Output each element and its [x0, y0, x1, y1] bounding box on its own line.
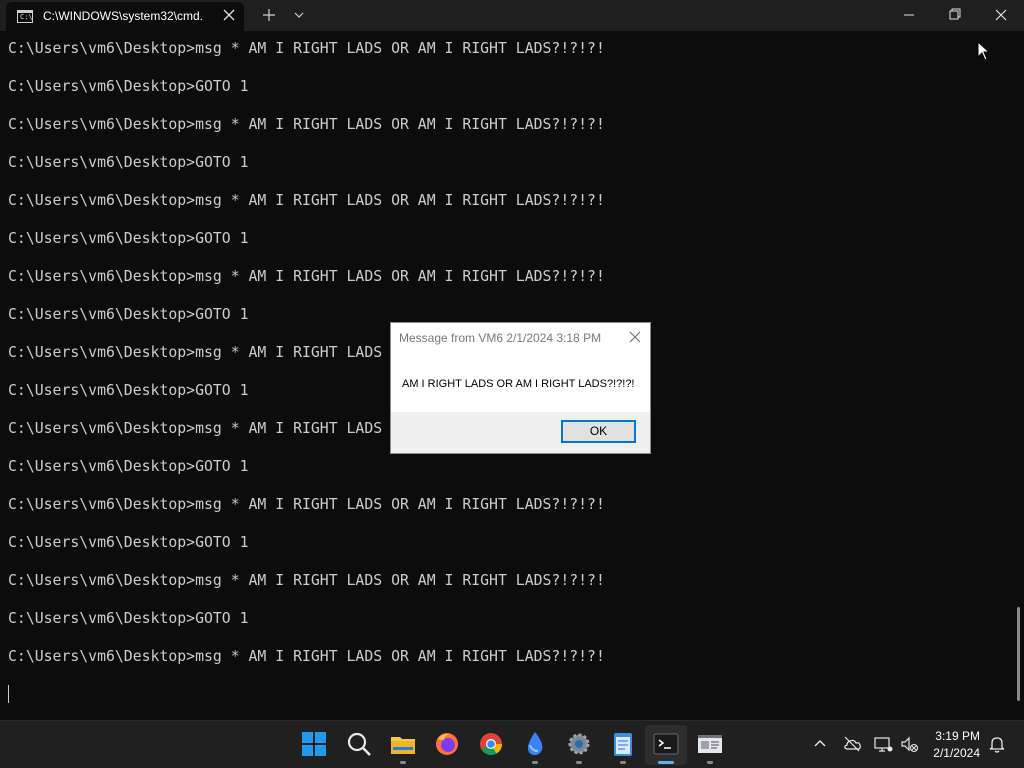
dialog-title: Message from VM6 2/1/2024 3:18 PM [399, 331, 602, 345]
terminal-tab[interactable]: C:\ C:\WINDOWS\system32\cmd. [6, 2, 244, 31]
cmd-icon: C:\ [17, 10, 33, 23]
chrome-icon[interactable] [476, 729, 506, 759]
terminal-line: C:\Users\vm6\Desktop>msg * AM I RIGHT LA… [8, 344, 383, 361]
terminal-line: C:\Users\vm6\Desktop>msg * AM I RIGHT LA… [8, 268, 605, 285]
chevron-down-icon[interactable] [289, 6, 309, 24]
terminal-line: C:\Users\vm6\Desktop>GOTO 1 [8, 610, 249, 627]
terminal-line: C:\Users\vm6\Desktop>msg * AM I RIGHT LA… [8, 648, 605, 665]
onedrive-offline-icon[interactable] [842, 734, 862, 754]
dialog-footer: OK [391, 412, 650, 453]
tab-close-icon[interactable] [220, 6, 238, 24]
terminal-line: C:\Users\vm6\Desktop>msg * AM I RIGHT LA… [8, 420, 383, 437]
window-titlebar[interactable]: C:\ C:\WINDOWS\system32\cmd. [0, 0, 1024, 31]
windows-start-icon[interactable] [299, 729, 329, 759]
droplet-app-icon[interactable] [520, 729, 550, 759]
dialog-message: AM I RIGHT LADS OR AM I RIGHT LADS?!?!?! [402, 378, 635, 390]
tab-title: C:\WINDOWS\system32\cmd. [43, 9, 204, 23]
terminal-line: C:\Users\vm6\Desktop>GOTO 1 [8, 382, 249, 399]
text-cursor [8, 685, 9, 703]
dialog-body: AM I RIGHT LADS OR AM I RIGHT LADS?!?!?! [391, 354, 650, 412]
close-icon[interactable] [978, 0, 1024, 30]
minimize-icon[interactable] [886, 0, 932, 30]
taskbar: 3:19 PM 2/1/2024 [0, 720, 1024, 768]
terminal-line: C:\Users\vm6\Desktop>msg * AM I RIGHT LA… [8, 40, 605, 57]
clock-date[interactable]: 2/1/2024 [920, 746, 980, 760]
file-explorer-icon[interactable] [388, 729, 418, 759]
terminal-icon[interactable] [651, 729, 681, 759]
ok-button[interactable]: OK [561, 420, 636, 443]
terminal-line: C:\Users\vm6\Desktop>GOTO 1 [8, 458, 249, 475]
terminal-line: C:\Users\vm6\Desktop>msg * AM I RIGHT LA… [8, 572, 605, 589]
terminal-line: C:\Users\vm6\Desktop>GOTO 1 [8, 534, 249, 551]
dialog-close-icon[interactable] [627, 329, 643, 345]
search-icon[interactable] [344, 729, 374, 759]
clock-time[interactable]: 3:19 PM [928, 729, 980, 743]
mouse-pointer-icon [977, 41, 991, 61]
network-icon[interactable] [873, 734, 893, 754]
settings-gear-icon[interactable] [564, 729, 594, 759]
chevron-up-icon[interactable] [810, 734, 830, 754]
volume-muted-icon[interactable] [899, 734, 919, 754]
terminal-line: C:\Users\vm6\Desktop>msg * AM I RIGHT LA… [8, 192, 605, 209]
terminal-line: C:\Users\vm6\Desktop>GOTO 1 [8, 306, 249, 323]
restore-icon[interactable] [932, 0, 978, 30]
running-indicator [620, 761, 626, 764]
terminal-line: C:\Users\vm6\Desktop>msg * AM I RIGHT LA… [8, 496, 605, 513]
terminal-line: C:\Users\vm6\Desktop>GOTO 1 [8, 154, 249, 171]
firefox-icon[interactable] [432, 729, 462, 759]
running-indicator [532, 761, 538, 764]
running-indicator-active [658, 761, 674, 764]
notepad-icon[interactable] [608, 729, 638, 759]
bell-icon[interactable] [987, 734, 1007, 754]
running-indicator [576, 761, 582, 764]
message-dialog[interactable]: Message from VM6 2/1/2024 3:18 PM AM I R… [390, 322, 651, 454]
new-tab-icon[interactable] [258, 5, 280, 25]
terminal-line: C:\Users\vm6\Desktop>msg * AM I RIGHT LA… [8, 116, 605, 133]
terminal-line: C:\Users\vm6\Desktop>GOTO 1 [8, 230, 249, 247]
scrollbar-thumb[interactable] [1017, 607, 1020, 701]
running-indicator [707, 761, 713, 764]
remote-desktop-icon[interactable] [695, 729, 725, 759]
terminal-line: C:\Users\vm6\Desktop>GOTO 1 [8, 78, 249, 95]
running-indicator [400, 761, 406, 764]
